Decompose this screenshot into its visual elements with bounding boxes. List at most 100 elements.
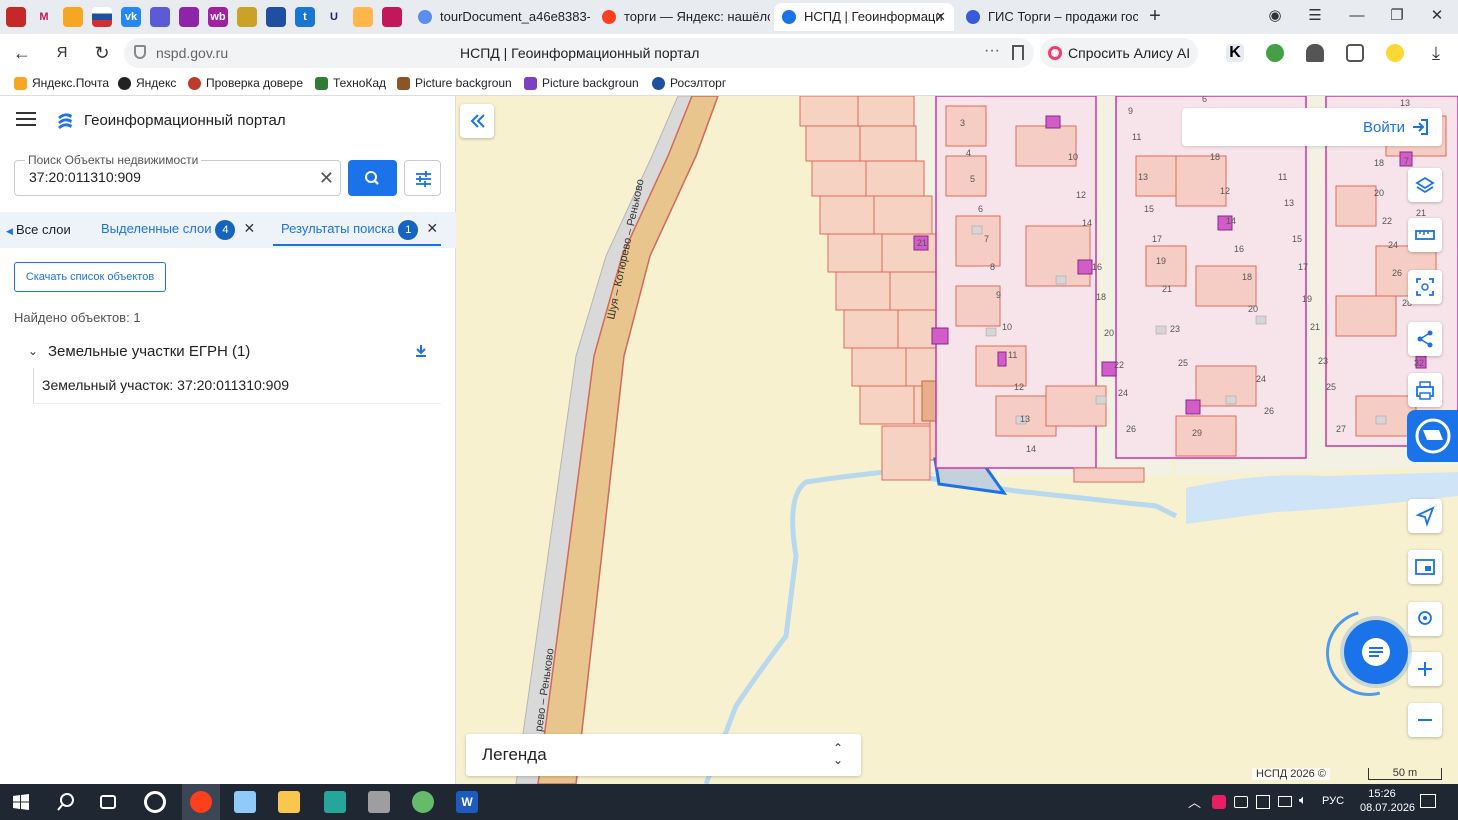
profile-icon[interactable]: ◉ [1260, 5, 1290, 27]
pinned-tab-envelope-icon[interactable] [63, 7, 83, 27]
tab-selected-layers[interactable]: Выделенные слои 4 ✕ [101, 220, 255, 240]
tray-chevron-icon[interactable]: ︿ [1188, 792, 1201, 811]
close-window-icon[interactable]: ✕ [1422, 5, 1452, 27]
restore-icon[interactable]: ❐ [1382, 5, 1412, 27]
tab-all-layers[interactable]: Все слои [16, 222, 78, 237]
collapse-panel-button[interactable] [460, 104, 494, 138]
download-list-button[interactable]: Скачать список объектов [14, 262, 166, 292]
word-icon[interactable]: W [456, 791, 478, 813]
url-field[interactable]: nspd.gov.ru НСПД | Геоинформационный пор… [124, 38, 1034, 68]
measure-button[interactable] [1408, 218, 1442, 252]
bookmark-yandex-mail[interactable]: Яндекс.Почта [14, 76, 109, 90]
tray-language[interactable]: РУС [1322, 795, 1344, 807]
assistant-widget-button[interactable] [1407, 410, 1458, 462]
clear-search-icon[interactable]: ✕ [319, 168, 334, 189]
tab-scroll-left-icon[interactable]: ◀ [6, 226, 13, 237]
tray-clock[interactable]: 15:26 08.07.2026 [1360, 787, 1415, 815]
app-leaf-icon[interactable] [412, 791, 434, 813]
extension-puzzle-icon[interactable] [1346, 44, 1364, 62]
more-icon[interactable]: ··· [984, 42, 1000, 60]
filter-button[interactable] [404, 160, 441, 196]
close-tab-icon[interactable]: ✕ [243, 220, 255, 237]
new-tab-icon[interactable]: + [1140, 5, 1170, 27]
tray-network-icon[interactable] [1256, 795, 1270, 809]
reload-icon[interactable]: ↻ [90, 42, 114, 64]
chevron-down-icon[interactable]: ⌄ [28, 344, 38, 358]
print-button[interactable] [1408, 373, 1442, 407]
map-canvas[interactable]: 21 3 4 5 6 7 8 9 10 11 12 13 14 10 12 14 16 18 20 22 24 2… [456, 96, 1458, 784]
pinned-tab-hand-icon[interactable] [353, 7, 373, 27]
app-c-icon[interactable] [144, 791, 166, 813]
extension-shield-icon[interactable] [1266, 44, 1284, 62]
bookmark-picture-background-1[interactable]: Picture backgroun [397, 76, 513, 90]
task-view-icon[interactable] [100, 795, 116, 809]
navigate-button[interactable] [1408, 499, 1442, 533]
result-group-label[interactable]: Земельные участки ЕГРН (1) [48, 343, 250, 360]
close-tab-icon[interactable]: ✕ [426, 220, 438, 237]
search-button[interactable] [348, 160, 397, 196]
minimap-button[interactable] [1408, 550, 1442, 584]
pinned-tab-pinterest-icon[interactable] [382, 7, 402, 27]
bookmark-technokad[interactable]: ТехноКад [315, 76, 386, 90]
share-button[interactable] [1408, 322, 1442, 356]
pinned-tab-disk-icon[interactable] [266, 7, 286, 27]
menu-icon[interactable] [16, 112, 36, 128]
menu-icon[interactable]: ☰ [1300, 5, 1330, 27]
bookmark-icon[interactable] [1012, 45, 1024, 60]
bookmark-roseltorg[interactable]: Росэлторг [652, 76, 726, 90]
bookmark-trust-check[interactable]: Проверка доверe [188, 76, 303, 90]
app-green-icon[interactable] [324, 791, 346, 813]
expand-collapse-icon[interactable]: ⌃ ⌄ [833, 742, 843, 766]
pinned-tab-chat-icon[interactable] [179, 7, 199, 27]
pinned-tab-wb-icon[interactable]: wb [208, 7, 228, 27]
legend-panel[interactable]: Легенда ⌃ ⌄ [466, 734, 861, 776]
chat-button[interactable] [1344, 620, 1408, 684]
tab-gis-torgi[interactable]: ГИС Торги – продажи гос [958, 3, 1138, 31]
extension-hat-icon[interactable] [1306, 44, 1324, 62]
tray-battery-icon[interactable] [1234, 796, 1248, 808]
result-item[interactable]: Земельный участок: 37:20:011310:909 [33, 368, 441, 404]
notepad-icon[interactable] [234, 791, 256, 813]
pinned-tab-flag-icon[interactable] [92, 7, 112, 27]
locate-button[interactable] [1408, 602, 1442, 636]
login-button[interactable]: Войти [1182, 108, 1442, 146]
pinned-tab-app-icon[interactable] [150, 7, 170, 27]
yandex-browser-icon[interactable] [182, 784, 220, 820]
tab-yandex-search[interactable]: торги — Яндекс: нашёлся [594, 3, 770, 31]
bookmark-yandex[interactable]: Яндекс [118, 76, 176, 90]
download-icon[interactable]: ⤓ [1424, 42, 1448, 64]
pinned-tab-vk-icon[interactable]: vk [121, 7, 141, 27]
pinned-tab-shield-icon[interactable] [6, 7, 26, 27]
pinned-tab-emblem-icon[interactable] [237, 7, 257, 27]
yandex-home-icon[interactable]: Я [50, 42, 74, 64]
extension-k-icon[interactable]: K [1226, 44, 1244, 62]
zoom-in-button[interactable] [1408, 652, 1442, 686]
extension-avatar-icon[interactable] [1386, 44, 1404, 62]
close-tab-icon[interactable]: ✕ [935, 3, 946, 31]
notifications-icon[interactable] [1420, 794, 1436, 808]
tab-tour-document[interactable]: tourDocument_a46e8383- [410, 3, 590, 31]
minimize-icon[interactable]: — [1342, 5, 1372, 27]
layers-button[interactable] [1408, 168, 1442, 202]
search-field[interactable]: Поиск Объекты недвижимости ✕ [14, 153, 341, 196]
back-arrow-icon[interactable]: ← [10, 42, 34, 64]
windows-start-icon[interactable] [13, 794, 29, 810]
tray-display-icon[interactable] [1278, 796, 1292, 807]
search-icon[interactable] [56, 792, 76, 812]
zoom-out-button[interactable] [1408, 703, 1442, 737]
tab-nspd[interactable]: НСПД | Геоинформаци ✕ [774, 3, 954, 31]
pinned-tab-mail-icon[interactable]: M [34, 7, 54, 27]
bookmark-picture-background-2[interactable]: Picture backgroun [524, 76, 640, 90]
download-icon[interactable] [412, 342, 430, 360]
tab-search-results[interactable]: Результаты поиска 1 ✕ [281, 220, 438, 240]
svg-text:23: 23 [1318, 356, 1328, 366]
file-explorer-icon[interactable] [278, 791, 300, 813]
app-person-icon[interactable] [368, 791, 390, 813]
area-select-button[interactable] [1408, 270, 1442, 304]
search-input[interactable] [29, 169, 299, 185]
tray-volume-icon[interactable]: 🔈︎ [1299, 792, 1307, 808]
ask-alice-button[interactable]: Спросить Алису AI [1040, 38, 1198, 68]
tray-app-icon[interactable] [1212, 795, 1226, 809]
pinned-tab-u-icon[interactable]: U [324, 7, 344, 27]
pinned-tab-t-icon[interactable]: t [295, 7, 315, 27]
